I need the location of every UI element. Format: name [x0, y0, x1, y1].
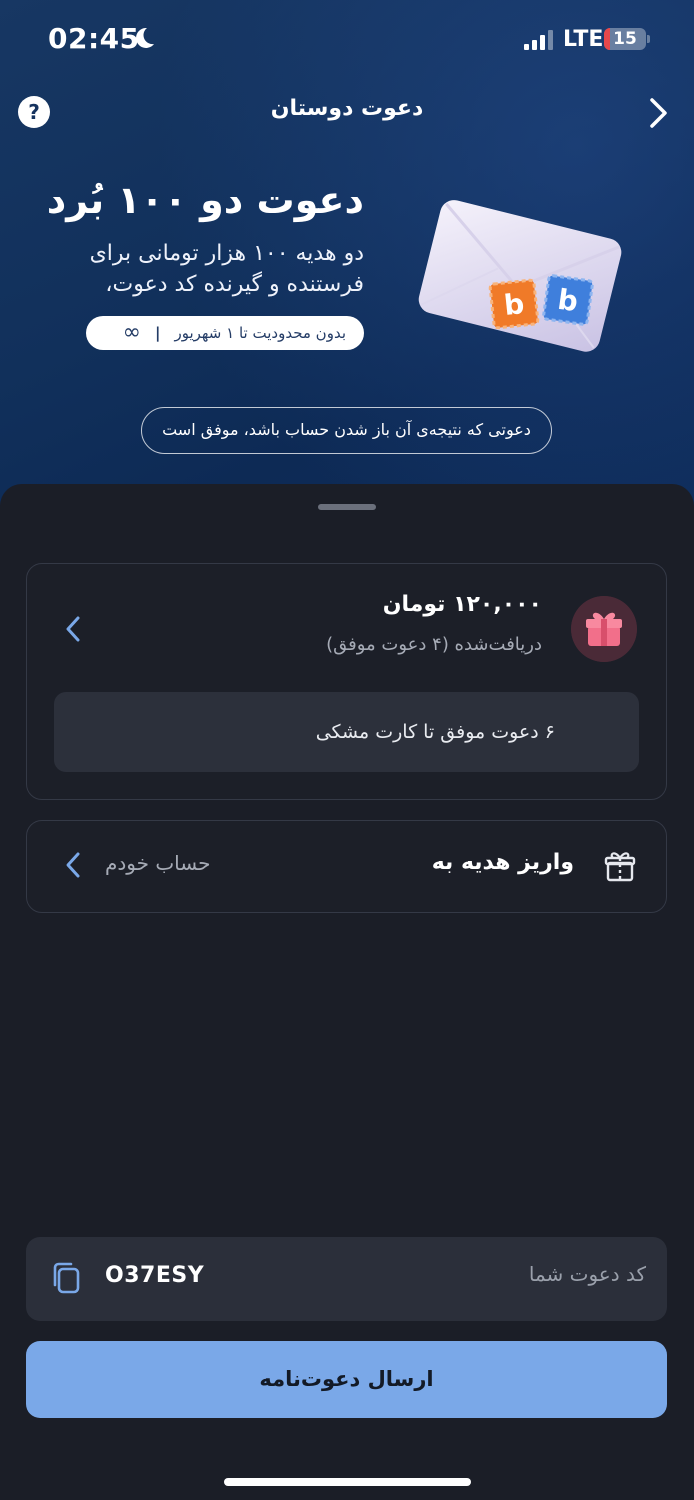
battery-level: 15	[613, 29, 637, 49]
svg-text:b: b	[502, 287, 525, 322]
signal-icon	[524, 30, 554, 50]
validity-text: بدون محدودیت تا ۱ شهریور	[174, 324, 346, 342]
moon-icon	[136, 27, 154, 48]
infinity-icon: ∞	[122, 320, 141, 345]
hero-title: دعوت دو ۱۰۰ بُرد	[46, 178, 364, 222]
chevron-left-icon[interactable]	[64, 614, 82, 644]
validity-pill: بدون محدودیت تا ۱ شهریور | ∞	[86, 316, 364, 350]
envelope-illustration: b b	[418, 200, 622, 352]
deposit-account: حساب خودم	[105, 851, 211, 875]
received-summary: دریافت‌شده (۴ دعوت موفق)	[326, 634, 542, 655]
reward-amount: ۱۲۰,۰۰۰ تومان	[382, 592, 542, 617]
deposit-label: واریز هدیه به	[431, 850, 574, 875]
hero-banner: 02:45 LTE 15 ? دعوت دوستان دعوت دو ۱۰۰ ب…	[0, 0, 694, 520]
black-card-progress: ۶ دعوت موفق تا کارت مشکی	[54, 692, 639, 772]
gift-icon	[571, 596, 637, 662]
copy-icon[interactable]	[50, 1260, 82, 1296]
help-button[interactable]: ?	[18, 96, 50, 128]
hero-subtitle: دو هدیه ۱۰۰ هزار تومانی برای فرستنده و گ…	[89, 241, 364, 297]
success-condition-note: دعوتی که نتیجه‌ی آن باز شدن حساب باشد، م…	[141, 407, 552, 454]
stamp-blue: b	[542, 274, 594, 326]
network-type: LTE	[563, 27, 604, 52]
pill-separator: |	[154, 324, 161, 342]
back-chevron-icon[interactable]	[646, 96, 672, 130]
home-indicator	[224, 1478, 471, 1486]
gift-outline-icon	[604, 852, 636, 882]
page-title: دعوت دوستان	[270, 96, 424, 121]
status-time: 02:45	[48, 22, 140, 55]
stamp-orange: b	[488, 278, 540, 330]
sheet-drag-handle[interactable]	[318, 504, 376, 510]
chevron-left-icon[interactable]	[64, 850, 82, 880]
send-invitation-button[interactable]: ارسال دعوت‌نامه	[26, 1341, 667, 1418]
battery-icon: 15	[604, 28, 646, 50]
invite-code-label: کد دعوت شما	[528, 1262, 646, 1286]
battery-cap	[647, 35, 650, 43]
invite-code-value: O37ESY	[105, 1263, 205, 1288]
